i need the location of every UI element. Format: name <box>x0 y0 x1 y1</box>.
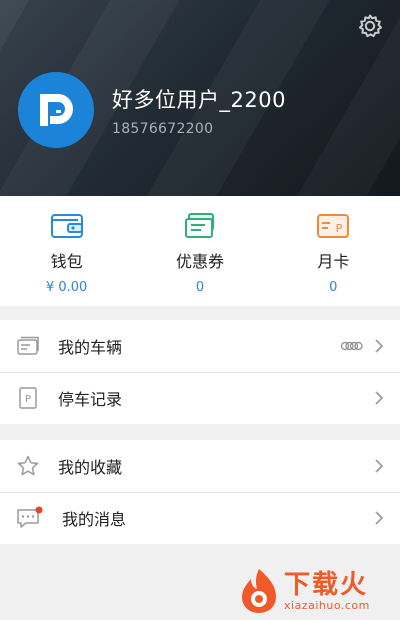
menu-item-my-vehicles-label: 我的车辆 <box>58 338 123 357</box>
menu-item-messages[interactable]: 我的消息 <box>0 492 400 544</box>
stat-coupon-label: 优惠券 <box>175 252 224 271</box>
chevron-right-icon <box>375 391 384 405</box>
menu-item-parking-records-label: 停车记录 <box>58 390 123 409</box>
avatar[interactable] <box>18 72 94 148</box>
wallet-icon <box>50 214 83 238</box>
unread-badge-dot <box>35 506 43 514</box>
monthly-card-icon: P <box>317 214 350 238</box>
phone-number: 18576672200 <box>112 121 214 137</box>
chevron-right-icon <box>375 511 384 525</box>
chevron-right-icon <box>375 339 384 353</box>
message-icon <box>17 506 43 528</box>
vehicle-card-icon <box>17 336 39 355</box>
star-icon <box>17 455 39 476</box>
menu-item-favorites[interactable]: 我的收藏 <box>0 440 400 492</box>
stat-monthly-card-label: 月卡 <box>317 252 350 271</box>
watermark: 下载火 xiazaihuo.com <box>238 564 398 618</box>
settings-gear-icon[interactable] <box>356 12 384 40</box>
coupon-icon <box>184 213 214 238</box>
stat-monthly-card[interactable]: P 月卡 0 <box>267 196 400 306</box>
profile-header: 好多位用户_2200 18576672200 <box>0 0 400 196</box>
watermark-title: 下载火 <box>284 569 369 600</box>
username[interactable]: 好多位用户_2200 <box>112 84 286 114</box>
car-brand-rings-icon <box>340 341 363 351</box>
menu-group-vehicles: 我的车辆 P 停车记录 <box>0 320 400 424</box>
menu-item-favorites-label: 我的收藏 <box>58 458 123 477</box>
svg-text:P: P <box>25 394 31 405</box>
menu-group-personal: 我的收藏 我的消息 <box>0 440 400 544</box>
stat-wallet-value: ¥ 0.00 <box>45 280 88 295</box>
flame-logo-icon <box>242 569 276 613</box>
stat-coupon[interactable]: 优惠券 0 <box>133 196 266 306</box>
stat-wallet-label: 钱包 <box>50 252 83 271</box>
account-stats: 钱包 ¥ 0.00 优惠券 0 P 月卡 0 <box>0 196 400 306</box>
stat-monthly-card-value: 0 <box>329 280 338 295</box>
watermark-subtitle: xiazaihuo.com <box>284 598 370 612</box>
avatar-logo-icon <box>40 94 73 126</box>
menu-item-parking-records[interactable]: P 停车记录 <box>0 372 400 424</box>
parking-record-icon: P <box>19 387 37 409</box>
stat-coupon-value: 0 <box>195 280 205 295</box>
svg-text:P: P <box>336 222 343 235</box>
menu-item-messages-label: 我的消息 <box>62 510 127 529</box>
stat-wallet[interactable]: 钱包 ¥ 0.00 <box>0 196 133 306</box>
menu-item-my-vehicles[interactable]: 我的车辆 <box>0 320 400 372</box>
chevron-right-icon <box>375 459 384 473</box>
